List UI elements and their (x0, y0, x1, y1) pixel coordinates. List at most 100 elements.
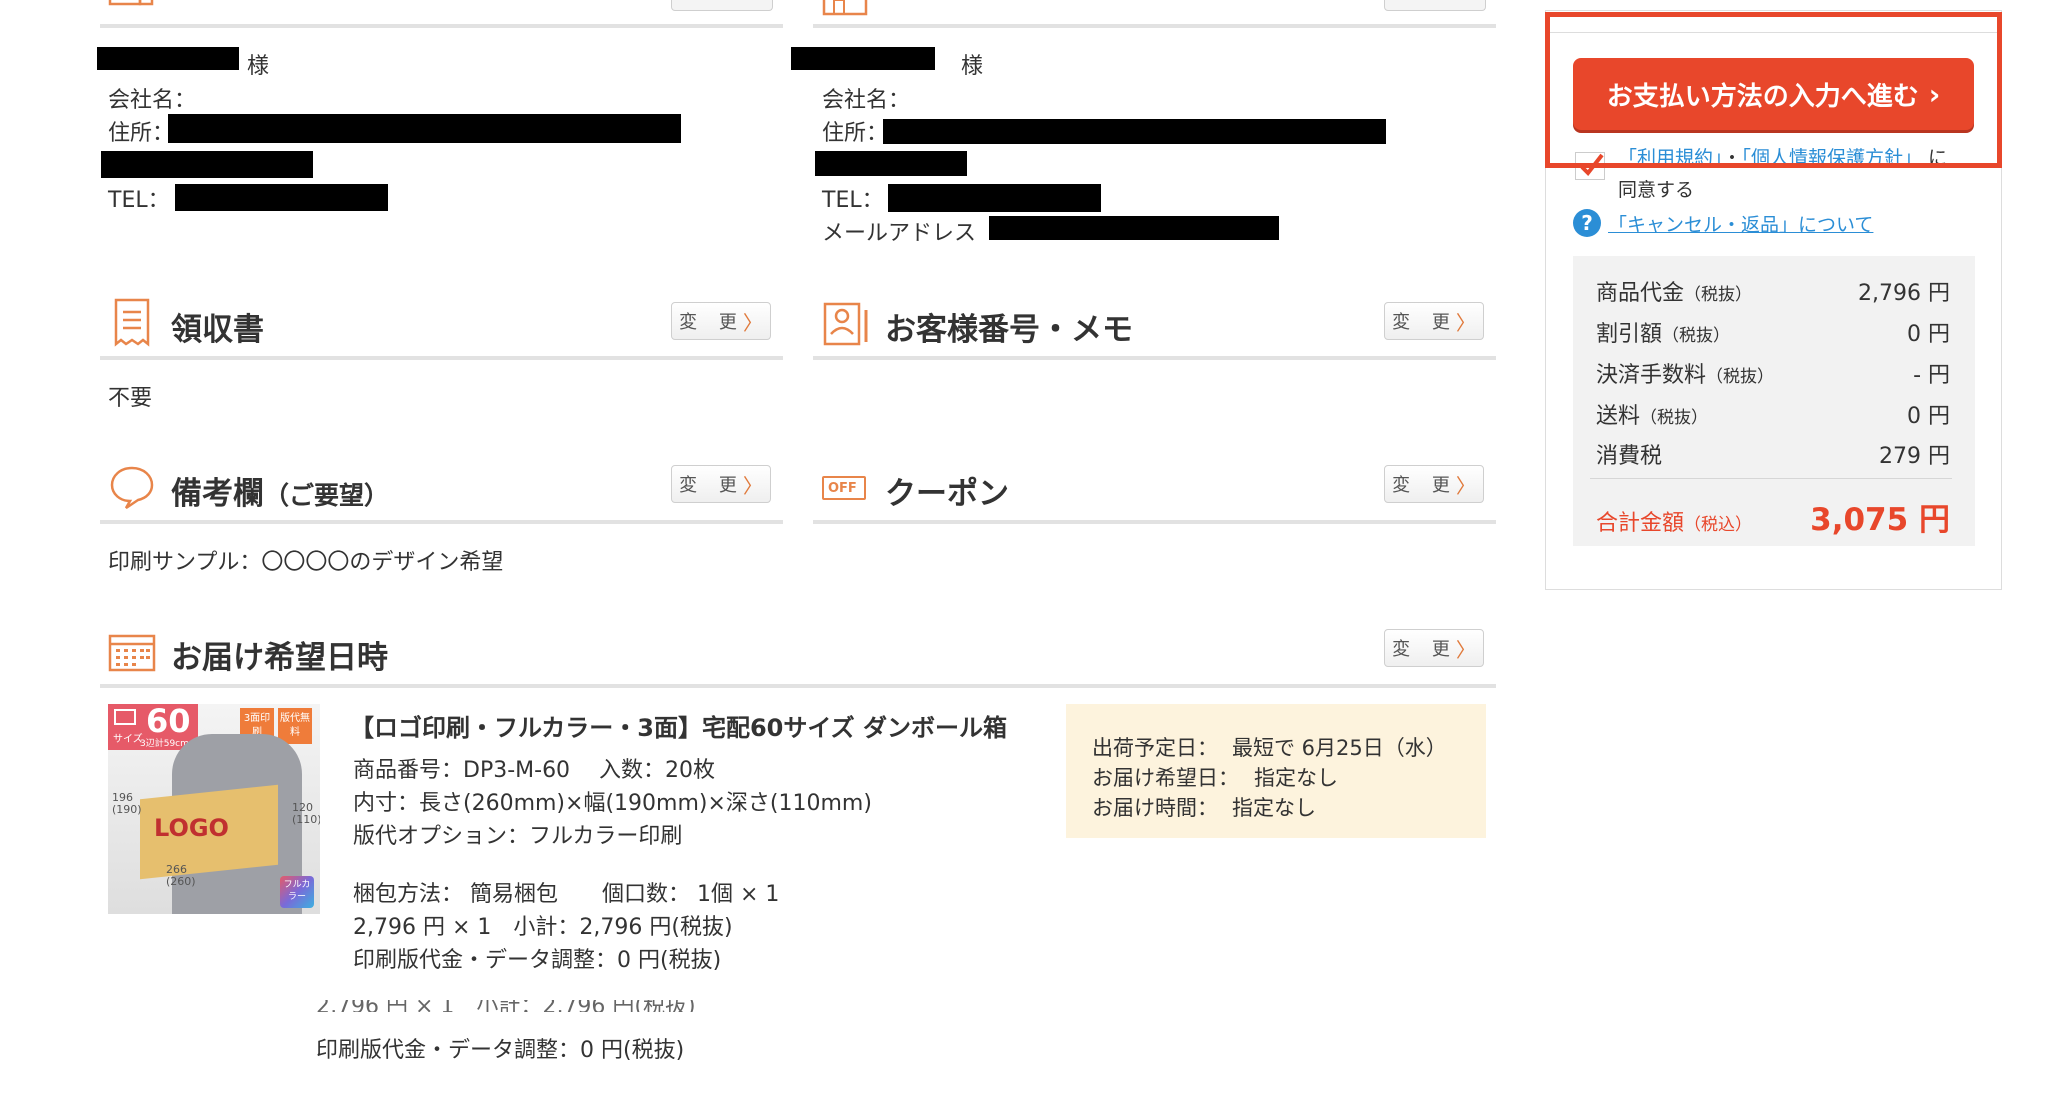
dim-length: 266 (260) (166, 864, 196, 888)
receipt-title: 領収書 (171, 312, 264, 348)
dim-length-inner: (260) (166, 875, 196, 888)
customer-section-line (813, 24, 1496, 28)
summary-note: （税抜） (1684, 285, 1753, 305)
total-value: 3,075 円 (1810, 502, 1950, 538)
remarks-change-label: 変 更 (679, 475, 745, 496)
delivery-date-change-button[interactable]: 変 更〉 (1384, 629, 1484, 667)
wish-time-value: 指定なし (1232, 796, 1316, 820)
cancel-returns-link[interactable]: 「キャンセル・返品」について (1608, 210, 1873, 237)
product-print-fee-duplicate: 印刷版代金・データ調整：0 円(税抜) (316, 1038, 685, 1063)
redacted-tel (175, 184, 388, 211)
total-label: 合計金額 (1596, 511, 1685, 536)
summary-row-total: 合計金額（税込） 3,075 円 (1596, 494, 1950, 539)
product-code: 商品番号：DP3-M-60 入数：20枚 (353, 758, 716, 783)
summary-label: 消費税 (1596, 444, 1663, 469)
truck-icon (108, 0, 154, 6)
product-thumbnail[interactable]: 60 サイズ 3辺計59cm 3面印刷 版代無料 LOGO 196 (190) 1… (108, 704, 320, 914)
remarks-value: 印刷サンプル：〇〇〇〇のデザイン希望 (108, 550, 504, 575)
redacted-address (168, 114, 681, 143)
chevron-right-icon: 〉 (1455, 637, 1476, 662)
dim-width: 196 (190) (112, 792, 142, 816)
summary-label: 決済手数料 (1596, 363, 1707, 388)
full-color-badge: フルカラー (280, 876, 314, 908)
product-packing: 梱包方法： 簡易梱包 個口数： 1個 × 1 (353, 882, 780, 907)
customer-address-label: 住所： (822, 121, 889, 146)
product-price: 2,796 円 × 1 小計：2,796 円(税抜) (353, 915, 733, 940)
summary-row-discount: 割引額（税抜） 0 円 (1596, 316, 1950, 348)
dim-width-inner: (190) (112, 803, 142, 816)
delivery-date-change-label: 変 更 (1392, 639, 1458, 660)
building-icon (822, 0, 868, 16)
summary-row-fee: 決済手数料（税抜） - 円 (1596, 357, 1950, 389)
chevron-right-icon: 〉 (1455, 473, 1476, 498)
remarks-section-line (100, 520, 783, 524)
box-icon (114, 709, 136, 725)
delivery-date-section-line (100, 684, 1496, 688)
summary-note: （税抜） (1662, 326, 1731, 346)
dim-height: 120 (110) (292, 802, 320, 826)
product-print-fee: 印刷版代金・データ調整：0 円(税抜) (353, 948, 722, 973)
redacted-customer-tel (888, 184, 1101, 212)
redacted-customer-address (883, 119, 1386, 144)
customer-number-change-button[interactable]: 変 更〉 (1384, 302, 1484, 340)
summary-note: （税抜） (1640, 408, 1709, 428)
total-note: （税込） (1684, 515, 1753, 535)
redacted-name (97, 47, 239, 70)
product-option: 版代オプション：フルカラー印刷 (353, 824, 683, 849)
delivery-section-line (100, 24, 783, 28)
product-name: 【ロゴ印刷・フルカラー・3面】宅配60サイズ ダンボール箱 (350, 714, 1008, 742)
summary-divider (1590, 478, 1952, 479)
summary-row-subtotal: 商品代金（税抜） 2,796 円 (1596, 275, 1950, 307)
product-dims: 内寸：長さ(260mm)×幅(190mm)×深さ(110mm) (353, 791, 872, 816)
receipt-value: 不要 (108, 386, 153, 411)
summary-label: 割引額 (1596, 322, 1663, 347)
delivery-date-title: お届け希望日時 (171, 640, 388, 676)
size-number: 60 (146, 704, 191, 740)
customer-honorific: 様 (961, 54, 984, 79)
redacted-customer-name (791, 47, 935, 70)
coupon-title: クーポン (885, 476, 1009, 512)
summary-row-shipping: 送料（税抜） 0 円 (1596, 398, 1950, 430)
wish-date-value: 指定なし (1254, 766, 1338, 790)
receipt-section-line (100, 356, 783, 360)
calendar-icon (108, 634, 156, 672)
coupon-change-label: 変 更 (1392, 475, 1458, 496)
agree-text: 同意する (1618, 179, 1695, 201)
logo-text: LOGO (154, 814, 229, 842)
redacted-customer-email (989, 216, 1279, 240)
customer-change-button-partial[interactable] (1384, 0, 1486, 11)
summary-row-tax: 消費税 279 円 (1596, 438, 1950, 470)
delivery-change-button-partial[interactable] (671, 0, 773, 11)
receipt-change-button[interactable]: 変 更〉 (671, 302, 771, 340)
summary-label: 送料 (1596, 404, 1641, 429)
customer-number-change-label: 変 更 (1392, 312, 1458, 333)
coupon-off-text: OFF (828, 480, 857, 496)
remarks-change-button[interactable]: 変 更〉 (671, 465, 771, 503)
summary-note: （税抜） (1706, 367, 1775, 387)
remarks-title-main: 備考欄 (171, 476, 264, 512)
summary-value: 2,796 円 (1858, 281, 1950, 306)
customer-number-section-line (813, 356, 1496, 360)
receipt-icon (114, 298, 150, 347)
delivery-honorific: 様 (247, 54, 270, 79)
dim-height-inner: (110) (292, 813, 320, 826)
chevron-right-icon: 〉 (742, 310, 763, 335)
receipt-change-label: 変 更 (679, 312, 745, 333)
summary-value: - 円 (1913, 363, 1950, 388)
customer-number-title: お客様番号・メモ (885, 312, 1133, 348)
speech-bubble-icon (110, 466, 154, 510)
summary-label: 商品代金 (1596, 281, 1685, 306)
redacted-address-line2 (101, 151, 313, 178)
delivery-company-label: 会社名： (108, 88, 197, 113)
ship-date-label: 出荷予定日： (1092, 736, 1218, 760)
cut-off-line: 2,796 円 × 1 小計：2,796 円(税抜) (316, 1000, 696, 1012)
chevron-right-icon: 〉 (1455, 310, 1476, 335)
coupon-change-button[interactable]: 変 更〉 (1384, 465, 1484, 503)
customer-email-label: メールアドレス (822, 221, 977, 246)
redacted-customer-address-line2 (815, 151, 967, 176)
delivery-address-label: 住所： (108, 121, 175, 146)
summary-value: 279 円 (1879, 444, 1950, 469)
coupon-section-line (813, 520, 1496, 524)
remarks-title-sub: （ご要望） (264, 481, 390, 510)
customer-company-label: 会社名： (822, 88, 911, 113)
